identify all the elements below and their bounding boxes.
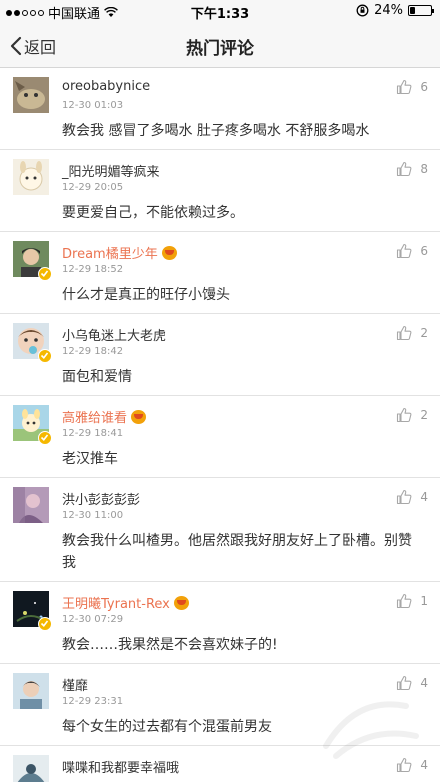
comment-item: oreobabynice 12-30 01:03 教会我 感冒了多喝水 肚子疼多…: [0, 68, 440, 150]
like-button[interactable]: 1: [396, 593, 428, 609]
comment-item: _阳光明媚等疯来 12-29 20:05 要更爱自己，不能依赖过多。 8: [0, 150, 440, 232]
comment-item: 小乌龟迷上大老虎 12-29 18:42 面包和爱情 2: [0, 314, 440, 396]
comment-date: 12-29 18:42: [62, 346, 124, 357]
comment-text: 教会我什么叫楂男。他居然跟我好朋友好上了卧槽。别赞我: [62, 533, 412, 571]
comment-text: 面包和爱情: [62, 369, 132, 385]
comment-author[interactable]: Dream橘里少年: [62, 243, 177, 262]
comment-author[interactable]: 高雅给谁看: [62, 407, 147, 426]
vip-crown-icon: [161, 245, 177, 260]
comment-text: 要更爱自己，不能依赖过多。: [62, 205, 244, 221]
like-count: 4: [420, 490, 428, 504]
verified-badge: [38, 617, 52, 631]
thumb-up-icon: [397, 489, 412, 505]
author-name: 小乌龟迷上大老虎: [62, 329, 167, 344]
author-name: _阳光明媚等疯来: [62, 165, 160, 180]
comment-author[interactable]: 喋喋和我都要幸福哦: [62, 757, 179, 776]
vip-crown-icon: [173, 595, 189, 610]
rotation-lock-icon: [356, 4, 369, 17]
comment-item: 洪小彭彭彭彭 12-30 11:00 教会我什么叫楂男。他居然跟我好朋友好上了卧…: [0, 478, 440, 582]
like-count: 2: [420, 326, 428, 340]
author-name: 槿靡: [62, 679, 89, 694]
comment-date: 12-30 01:03: [62, 100, 124, 111]
verified-badge: [38, 349, 52, 363]
thumb-up-icon: [397, 79, 412, 95]
comment-item: 王明曦Tyrant-Rex 12-30 07:29 教会……我果然是不会喜欢妹子…: [0, 582, 440, 664]
comment-date: 12-29 18:52: [62, 264, 124, 275]
author-name: 王明曦Tyrant-Rex: [62, 597, 170, 612]
like-button[interactable]: 6: [396, 243, 428, 259]
avatar[interactable]: [13, 159, 49, 195]
like-button[interactable]: 2: [396, 325, 428, 341]
avatar[interactable]: [13, 487, 49, 523]
status-right: 24%: [356, 3, 434, 18]
like-button[interactable]: 4: [396, 489, 428, 505]
battery-percent: 24%: [374, 3, 403, 18]
comment-date: 12-29 23:31: [62, 696, 124, 707]
comment-author[interactable]: oreobabynice: [62, 79, 150, 94]
thumb-up-icon: [397, 593, 412, 609]
like-count: 2: [420, 408, 428, 422]
like-count: 6: [420, 80, 428, 94]
author-name: Dream橘里少年: [62, 247, 158, 262]
author-name: 高雅给谁看: [62, 411, 128, 426]
like-count: 1: [420, 594, 428, 608]
comment-text: 什么才是真正的旺仔小馒头: [62, 287, 230, 303]
comment-text: 老汉推车: [62, 451, 118, 467]
comment-author[interactable]: _阳光明媚等疯来: [62, 161, 160, 180]
comment-date: 12-29 18:41: [62, 428, 124, 439]
like-button[interactable]: 8: [396, 161, 428, 177]
status-bar: 中国联通 下午1:33 24%: [0, 0, 440, 22]
comment-item: Dream橘里少年 12-29 18:52 什么才是真正的旺仔小馒头 6: [0, 232, 440, 314]
thumb-up-icon: [397, 407, 412, 423]
like-button[interactable]: 2: [396, 407, 428, 423]
vip-crown-icon: [131, 409, 147, 424]
comment-date: 12-29 20:05: [62, 182, 124, 193]
author-name: oreobabynice: [62, 79, 151, 94]
comment-author[interactable]: 槿靡: [62, 675, 88, 694]
like-count: 6: [420, 244, 428, 258]
thumb-up-icon: [397, 161, 412, 177]
avatar[interactable]: [13, 77, 49, 113]
comment-author[interactable]: 小乌龟迷上大老虎: [62, 325, 166, 344]
verified-badge: [38, 431, 52, 445]
comment-author[interactable]: 王明曦Tyrant-Rex: [62, 593, 189, 612]
verified-badge: [38, 267, 52, 281]
battery-icon: [408, 5, 434, 16]
avatar[interactable]: [13, 755, 49, 782]
page-title: 热门评论: [186, 39, 254, 59]
like-count: 8: [420, 162, 428, 176]
watermark-icon: [323, 701, 419, 759]
comment-text: 教会我 感冒了多喝水 肚子疼多喝水 不舒服多喝水: [62, 123, 370, 139]
comment-date: 12-30 11:00: [62, 510, 124, 521]
thumb-up-icon: [397, 243, 412, 259]
comment-author[interactable]: 洪小彭彭彭彭: [62, 489, 140, 508]
author-name: 洪小彭彭彭彭: [62, 493, 141, 508]
like-button[interactable]: 6: [396, 79, 428, 95]
thumb-up-icon: [397, 325, 412, 341]
nav-bar: 返回 热门评论: [0, 22, 440, 68]
battery-fill: [410, 7, 415, 14]
comment-text: 教会……我果然是不会喜欢妹子的!: [62, 637, 278, 653]
comment-date: 12-30 07:29: [62, 614, 124, 625]
comment-item: 高雅给谁看 12-29 18:41 老汉推车 2: [0, 396, 440, 478]
avatar[interactable]: [13, 673, 49, 709]
author-name: 喋喋和我都要幸福哦: [62, 761, 180, 776]
